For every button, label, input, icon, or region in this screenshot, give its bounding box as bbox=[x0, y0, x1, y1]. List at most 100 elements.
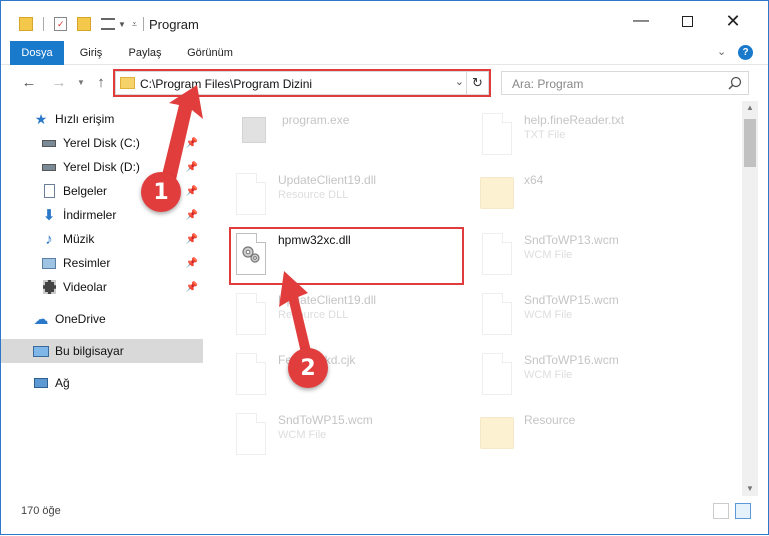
sidebar-item-label: Resimler bbox=[63, 256, 111, 270]
pin-icon: 📌 bbox=[185, 161, 198, 173]
file-item[interactable]: UpdateClient19.dll Resource DLL bbox=[232, 167, 472, 227]
sidebar-item-videos[interactable]: Videolar 📌 bbox=[1, 275, 206, 299]
navigation-pane: ★ Hızlı erişim Yerel Disk (C:) 📌 Yerel D… bbox=[1, 101, 206, 496]
sidebar-item-label: Yerel Disk (C:) bbox=[63, 136, 140, 150]
pin-icon: 📌 bbox=[185, 185, 198, 197]
sidebar-item-label: Yerel Disk (D:) bbox=[63, 160, 140, 174]
file-item[interactable]: program.exe bbox=[236, 107, 476, 167]
sidebar-item-label: Videolar bbox=[63, 280, 107, 294]
file-name: UpdateClient19.dll bbox=[278, 173, 377, 187]
file-name: x64 bbox=[524, 173, 544, 187]
exe-icon bbox=[236, 111, 272, 157]
sidebar-item-label: Ağ bbox=[55, 376, 70, 390]
cloud-icon: ☁ bbox=[33, 311, 49, 328]
chevron-down-icon[interactable]: ▼ bbox=[118, 20, 126, 29]
view-options-icon[interactable] bbox=[101, 18, 115, 30]
file-type: Resource DLL bbox=[278, 309, 349, 321]
file-name: help.fineReader.txt bbox=[524, 113, 625, 127]
drive-icon bbox=[41, 135, 57, 151]
sidebar-item-downloads[interactable]: ⬇ İndirmeler 📌 bbox=[1, 203, 206, 227]
sidebar-item-network[interactable]: Ağ bbox=[1, 371, 206, 395]
sidebar-item-local-disk-d[interactable]: Yerel Disk (D:) 📌 bbox=[1, 155, 206, 179]
help-icon[interactable]: ? bbox=[738, 45, 753, 60]
pin-icon: 📌 bbox=[185, 233, 198, 245]
file-item[interactable]: SndToWP13.wcm WCM File bbox=[478, 227, 718, 287]
details-view-icon[interactable] bbox=[713, 503, 729, 519]
maximize-button[interactable] bbox=[664, 1, 710, 41]
close-button[interactable]: ✕ bbox=[710, 1, 756, 41]
document-icon bbox=[478, 111, 514, 157]
computer-icon bbox=[33, 343, 49, 359]
sidebar-item-local-disk-c[interactable]: Yerel Disk (C:) 📌 bbox=[1, 131, 206, 155]
sidebar-item-label: Bu bilgisayar bbox=[55, 344, 124, 358]
file-name: SndToWP16.wcm bbox=[524, 353, 619, 367]
up-arrow-icon[interactable]: ↑ bbox=[89, 70, 113, 94]
large-icons-view-icon[interactable] bbox=[735, 503, 751, 519]
new-folder-icon[interactable] bbox=[77, 17, 91, 31]
download-icon: ⬇ bbox=[42, 207, 56, 224]
scroll-down-icon[interactable]: ▼ bbox=[742, 482, 758, 496]
ribbon-tabs: Dosya Giriş Paylaş Görünüm ⌄ ? bbox=[1, 41, 768, 65]
pictures-icon bbox=[41, 255, 57, 271]
pin-icon: 📌 bbox=[185, 281, 198, 293]
tab-giris[interactable]: Giriş bbox=[69, 41, 113, 65]
title-bar: ✓ ▼ ⩡ Program — ✕ bbox=[1, 1, 768, 41]
sidebar-item-music[interactable]: ♪ Müzik 📌 bbox=[1, 227, 206, 251]
sidebar-item-label: OneDrive bbox=[55, 312, 106, 326]
tab-dosya[interactable]: Dosya bbox=[10, 41, 64, 65]
pin-icon: 📌 bbox=[185, 209, 198, 221]
file-type: TXT File bbox=[524, 129, 566, 141]
network-icon bbox=[33, 375, 49, 391]
tab-gorunum[interactable]: Görünüm bbox=[179, 41, 241, 65]
window-title: Program bbox=[149, 17, 199, 32]
scroll-up-icon[interactable]: ▲ bbox=[742, 101, 758, 115]
search-box[interactable]: Ara: Program bbox=[501, 71, 749, 95]
dll-icon bbox=[232, 291, 268, 337]
dll-icon bbox=[232, 171, 268, 217]
address-highlight-box bbox=[113, 69, 491, 97]
callout-badge-1: 1 bbox=[141, 172, 181, 212]
folder-icon bbox=[478, 171, 514, 217]
sidebar-item-pictures[interactable]: Resimler 📌 bbox=[1, 251, 206, 275]
file-item[interactable]: Feedbackd.cjk bbox=[232, 347, 472, 407]
document-icon bbox=[478, 231, 514, 277]
search-icon[interactable] bbox=[728, 76, 742, 90]
file-item[interactable]: SndToWP15.wcm WCM File bbox=[478, 287, 718, 347]
sidebar-item-onedrive[interactable]: ☁ OneDrive bbox=[1, 307, 206, 331]
file-item[interactable]: SndToWP15.wcm WCM File bbox=[232, 407, 472, 467]
scroll-thumb[interactable] bbox=[744, 119, 756, 167]
folder-icon[interactable] bbox=[19, 17, 33, 31]
file-name: program.exe bbox=[282, 113, 350, 127]
file-item[interactable]: SndToWP16.wcm WCM File bbox=[478, 347, 718, 407]
forward-arrow-icon[interactable]: → bbox=[47, 70, 71, 94]
sidebar-item-quick-access[interactable]: ★ Hızlı erişim bbox=[1, 107, 206, 131]
sidebar-item-label: Belgeler bbox=[63, 184, 108, 198]
properties-icon[interactable]: ✓ bbox=[54, 17, 67, 31]
document-icon bbox=[478, 291, 514, 337]
minimize-button[interactable]: — bbox=[618, 1, 664, 41]
documents-icon bbox=[41, 183, 57, 199]
search-input[interactable]: Ara: Program bbox=[512, 77, 583, 91]
file-type: WCM File bbox=[524, 309, 573, 321]
file-item[interactable]: Resource bbox=[478, 407, 718, 467]
separator bbox=[143, 17, 144, 31]
pin-icon: 📌 bbox=[185, 257, 198, 269]
file-name: UpdateClient19.dll bbox=[278, 293, 377, 307]
file-item[interactable]: help.fineReader.txt TXT File bbox=[478, 107, 718, 167]
customize-toolbar-icon[interactable]: ⩡ bbox=[132, 19, 137, 30]
explorer-window: ✓ ▼ ⩡ Program — ✕ Dosya Giriş Paylaş Gör… bbox=[0, 0, 769, 535]
navigation-bar: ← → ▼ ↑ C:\Program Files\Program Dizini … bbox=[1, 66, 768, 100]
file-list: program.exe help.fineReader.txt TXT File… bbox=[206, 101, 742, 496]
vertical-scrollbar[interactable]: ▲ ▼ bbox=[742, 101, 758, 496]
expand-ribbon-icon[interactable]: ⌄ bbox=[717, 45, 726, 58]
status-bar: 170 öğe bbox=[1, 497, 768, 534]
sidebar-item-label: Müzik bbox=[63, 232, 95, 246]
tab-paylas[interactable]: Paylaş bbox=[122, 41, 168, 65]
document-icon bbox=[232, 351, 268, 397]
file-item[interactable]: x64 bbox=[478, 167, 718, 227]
folder-icon bbox=[478, 411, 514, 457]
sidebar-item-this-pc[interactable]: Bu bilgisayar bbox=[1, 339, 203, 363]
back-arrow-icon[interactable]: ← bbox=[17, 70, 41, 94]
file-item[interactable]: UpdateClient19.dll Resource DLL bbox=[232, 287, 472, 347]
sidebar-item-label: İndirmeler bbox=[63, 208, 117, 222]
